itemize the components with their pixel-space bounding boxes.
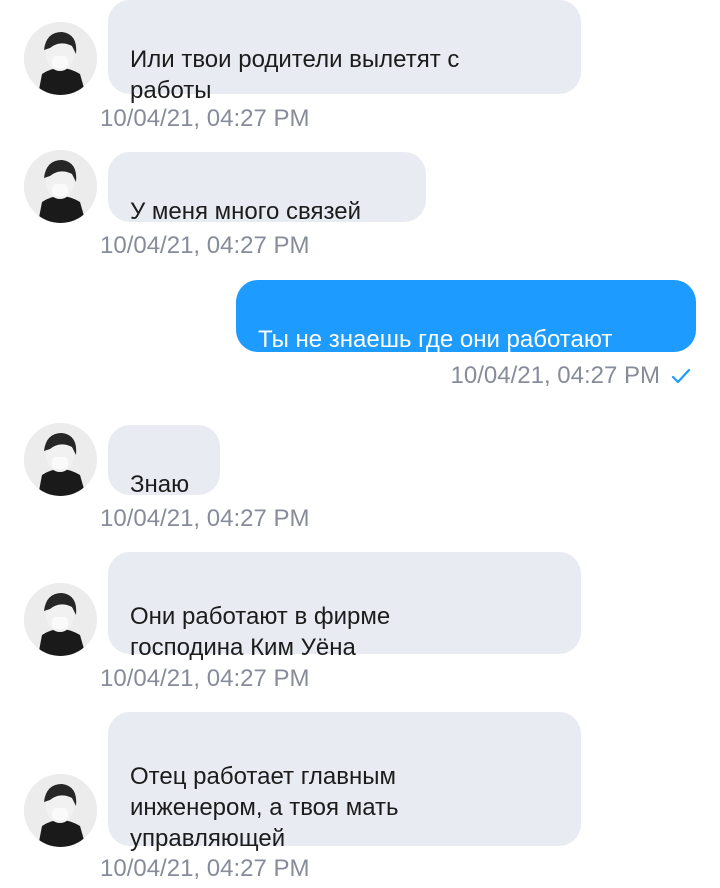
avatar[interactable] — [24, 423, 97, 496]
message-bubble[interactable]: Отец работает главным инженером, а твоя … — [108, 712, 581, 852]
message-timestamp-row: 10/04/21, 04:27 PM — [451, 362, 692, 390]
avatar-image — [24, 22, 97, 95]
message-timestamp: 10/04/21, 04:27 PM — [100, 665, 310, 692]
avatar[interactable] — [24, 150, 97, 223]
message-timestamp: 10/04/21, 04:27 PM — [100, 232, 310, 259]
message-timestamp: 10/04/21, 04:27 PM — [450, 362, 660, 389]
message-timestamp: 10/04/21, 04:27 PM — [100, 505, 310, 532]
message-timestamp: 10/04/21, 04:27 PM — [100, 105, 310, 132]
message-timestamp: 10/04/21, 04:27 PM — [100, 855, 310, 882]
chat-thread: Или твои родители вылетят с работы 10/04… — [0, 0, 720, 888]
avatar-image — [24, 774, 97, 847]
message-bubble[interactable]: Знаю — [108, 425, 220, 498]
avatar[interactable] — [24, 583, 97, 656]
message-bubble[interactable]: У меня много связей — [108, 152, 426, 225]
message-bubble[interactable]: Они работают в фирме господина Ким Уёна — [108, 552, 581, 661]
checkmark-icon — [670, 365, 692, 387]
message-text: Ты не знаешь где они работают — [258, 326, 613, 353]
message-text: Они работают в фирме господина Ким Уёна — [130, 603, 391, 661]
avatar-image — [24, 583, 97, 656]
message-bubble[interactable]: Или твои родители вылетят с работы — [108, 0, 581, 104]
message-bubble-outgoing[interactable]: Ты не знаешь где они работают — [236, 280, 696, 353]
avatar-image — [24, 423, 97, 496]
avatar[interactable] — [24, 774, 97, 847]
message-text: Отец работает главным инженером, а твоя … — [130, 763, 399, 852]
message-text: Знаю — [130, 471, 190, 498]
avatar[interactable] — [24, 22, 97, 95]
message-text: У меня много связей — [130, 198, 361, 225]
avatar-image — [24, 150, 97, 223]
message-text: Или твои родители вылетят с работы — [130, 46, 460, 104]
